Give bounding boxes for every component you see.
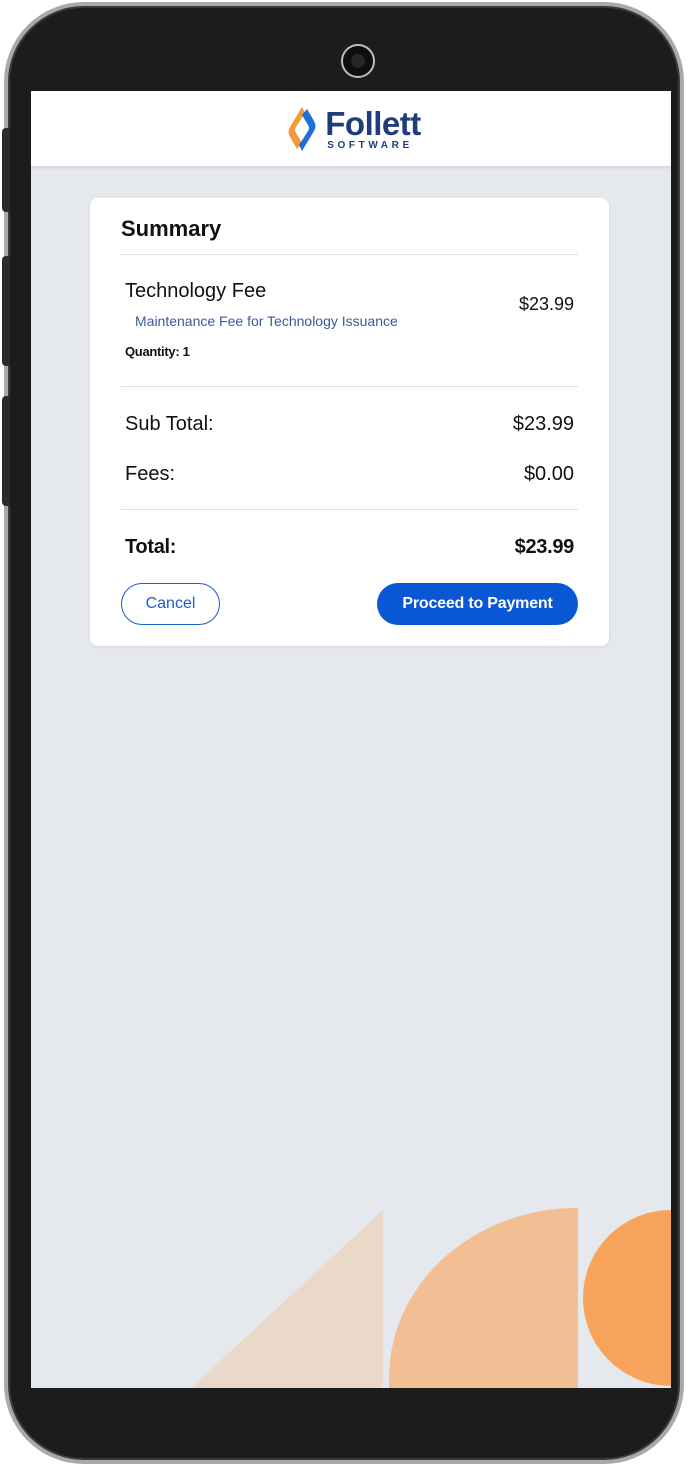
- phone-volume-down-button: [2, 396, 10, 506]
- front-camera: [341, 44, 375, 78]
- item-description: Maintenance Fee for Technology Issuance: [135, 313, 398, 329]
- summary-card: Summary Technology Fee Maintenance Fee f…: [90, 198, 609, 646]
- subtotal-label: Sub Total:: [125, 413, 214, 435]
- divider: [121, 254, 578, 255]
- phone-volume-up-button: [2, 256, 10, 366]
- item-name: Technology Fee: [125, 280, 267, 302]
- subtotal-value: $23.99: [512, 413, 574, 435]
- cancel-button[interactable]: Cancel: [121, 583, 220, 625]
- decor-triangle: [191, 1210, 383, 1388]
- divider: [121, 386, 578, 387]
- item-quantity: Quantity: 1: [125, 344, 190, 359]
- decor-circle: [583, 1210, 671, 1386]
- fees-value: $0.00: [523, 463, 574, 485]
- divider: [121, 509, 578, 510]
- app-screen: Follett SOFTWARE Summary Technology Fee …: [31, 91, 671, 1388]
- logo-name: Follett: [325, 104, 421, 142]
- phone-side-button: [2, 128, 10, 212]
- app-header: Follett SOFTWARE: [31, 91, 671, 166]
- fees-label: Fees:: [125, 463, 176, 485]
- summary-title: Summary: [121, 216, 222, 241]
- total-label: Total:: [125, 536, 177, 558]
- follett-logo[interactable]: Follett SOFTWARE: [285, 104, 421, 153]
- logo-tagline: SOFTWARE: [327, 139, 413, 151]
- logo-text: Follett SOFTWARE: [325, 104, 421, 151]
- decor-quarter-circle: [389, 1207, 578, 1388]
- total-value: $23.99: [514, 536, 575, 558]
- proceed-to-payment-button[interactable]: Proceed to Payment: [377, 583, 578, 625]
- item-price: $23.99: [518, 294, 574, 314]
- follett-logo-icon: [285, 105, 319, 153]
- decorative-shapes: [191, 1207, 671, 1388]
